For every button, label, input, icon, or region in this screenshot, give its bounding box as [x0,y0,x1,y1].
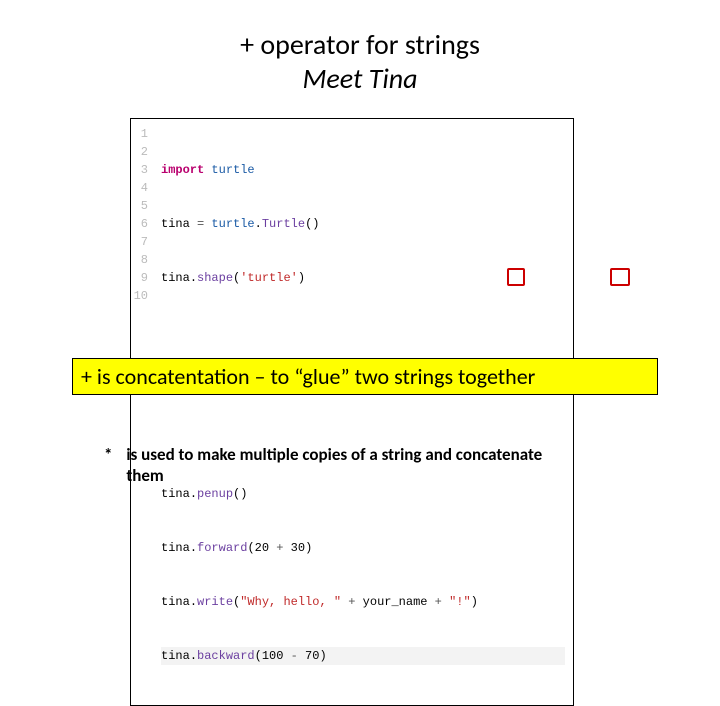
code-line-blank [161,323,565,341]
line-number: 3 [131,161,148,179]
line-number: 4 [131,179,148,197]
line-number: 6 [131,215,148,233]
footnote-symbol: * [104,444,116,487]
line-number: 5 [131,197,148,215]
line-number-gutter: 1 2 3 4 5 6 7 8 9 10 [131,125,151,701]
code-line: tina.write("Why, hello, " + your_name + … [161,593,565,611]
title-line-1: + operator for strings [0,28,720,62]
red-highlight-box [610,268,630,286]
title-line-2: Meet Tina [0,62,720,96]
code-snippet: 1 2 3 4 5 6 7 8 9 10 import turtle tina … [130,118,574,706]
line-number: 2 [131,143,148,161]
line-number: 10 [131,287,148,305]
line-number: 9 [131,269,148,287]
line-number: 8 [131,251,148,269]
footnote-text: is used to make multiple copies of a str… [126,444,546,487]
code-line: tina.shape('turtle') [161,269,565,287]
footnote: * is used to make multiple copies of a s… [104,444,546,487]
highlight-callout: + is concatentation – to “glue” two stri… [72,358,658,395]
code-content: import turtle tina = turtle.Turtle() tin… [161,125,565,701]
code-line: tina = turtle.Turtle() [161,215,565,233]
slide-title: + operator for strings Meet Tina [0,0,720,95]
code-line: tina.forward(20 + 30) [161,539,565,557]
code-line: tina.penup() [161,485,565,503]
line-number: 7 [131,233,148,251]
code-line: import turtle [161,161,565,179]
line-number: 1 [131,125,148,143]
code-line: tina.backward(100 - 70) [161,647,565,665]
